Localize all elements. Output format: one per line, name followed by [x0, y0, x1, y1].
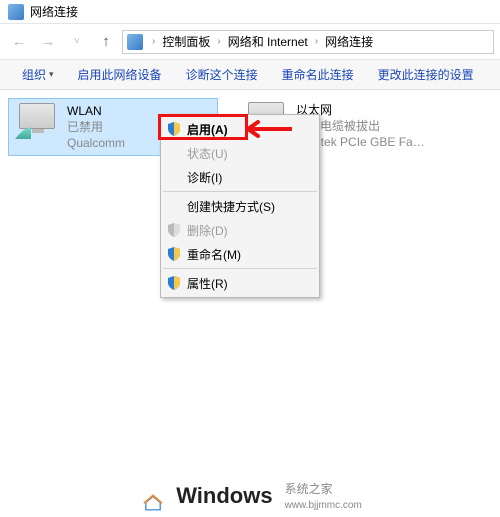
forward-button[interactable]: →: [35, 29, 61, 55]
chevron-right-icon: ›: [312, 36, 321, 47]
back-button[interactable]: ←: [6, 29, 32, 55]
diagnose-button[interactable]: 诊断这个连接: [174, 60, 270, 89]
adapter-driver: Qualcomm: [67, 135, 125, 151]
menu-label: 诊断(I): [187, 169, 222, 186]
network-icon: [127, 34, 143, 50]
menu-enable[interactable]: 启用(A): [161, 117, 319, 141]
organize-label: 组织: [22, 66, 46, 83]
breadcrumb-root[interactable]: 控制面板: [160, 33, 212, 50]
menu-separator: [163, 268, 317, 269]
context-menu: 启用(A) 状态(U) 诊断(I) 创建快捷方式(S) 删除(D) 重命名(M)…: [160, 114, 320, 298]
shield-icon: [167, 276, 181, 290]
nav-bar: ← → ˅ ↑ › 控制面板 › 网络和 Internet › 网络连接: [0, 24, 500, 60]
title-bar: 网络连接: [0, 0, 500, 24]
menu-label: 启用(A): [187, 121, 228, 138]
menu-rename[interactable]: 重命名(M): [161, 242, 319, 266]
menu-label: 删除(D): [187, 222, 228, 239]
menu-label: 重命名(M): [187, 246, 241, 263]
change-settings-button[interactable]: 更改此连接的设置: [366, 60, 486, 89]
menu-properties[interactable]: 属性(R): [161, 271, 319, 295]
spacer: [167, 146, 181, 160]
enable-device-button[interactable]: 启用此网络设备: [66, 60, 174, 89]
menu-status: 状态(U): [161, 141, 319, 165]
menu-label: 状态(U): [187, 145, 228, 162]
chevron-right-icon: ›: [214, 36, 223, 47]
menu-shortcut[interactable]: 创建快捷方式(S): [161, 194, 319, 218]
toolbar: 组织▾ 启用此网络设备 诊断这个连接 重命名此连接 更改此连接的设置: [0, 60, 500, 90]
adapter-text: WLAN 已禁用 Qualcomm: [67, 103, 125, 151]
recent-dropdown[interactable]: ˅: [64, 29, 90, 55]
shield-icon: [167, 223, 181, 237]
network-icon: [8, 4, 24, 20]
adapter-name: WLAN: [67, 103, 125, 119]
menu-diagnose[interactable]: 诊断(I): [161, 165, 319, 189]
shield-icon: [167, 122, 181, 136]
chevron-down-icon: ▾: [49, 69, 54, 80]
watermark: Windows 系统之家www.bjjmmc.com: [0, 480, 500, 511]
window-title: 网络连接: [30, 3, 78, 20]
rename-button[interactable]: 重命名此连接: [270, 60, 366, 89]
chevron-right-icon: ›: [149, 36, 158, 47]
menu-separator: [163, 191, 317, 192]
adapter-status: 已禁用: [67, 119, 125, 135]
organize-button[interactable]: 组织▾: [10, 60, 66, 89]
spacer: [167, 170, 181, 184]
adapter-icon: [15, 103, 59, 139]
menu-label: 属性(R): [187, 275, 228, 292]
menu-delete: 删除(D): [161, 218, 319, 242]
watermark-sub: 系统之家www.bjjmmc.com: [285, 480, 362, 511]
spacer: [167, 199, 181, 213]
house-icon: [138, 481, 168, 511]
breadcrumb-mid[interactable]: 网络和 Internet: [226, 33, 310, 50]
breadcrumb-leaf[interactable]: 网络连接: [323, 33, 375, 50]
shield-icon: [167, 247, 181, 261]
address-bar[interactable]: › 控制面板 › 网络和 Internet › 网络连接: [122, 30, 494, 54]
watermark-brand: Windows: [176, 483, 272, 509]
menu-label: 创建快捷方式(S): [187, 198, 275, 215]
up-button[interactable]: ↑: [93, 29, 119, 55]
